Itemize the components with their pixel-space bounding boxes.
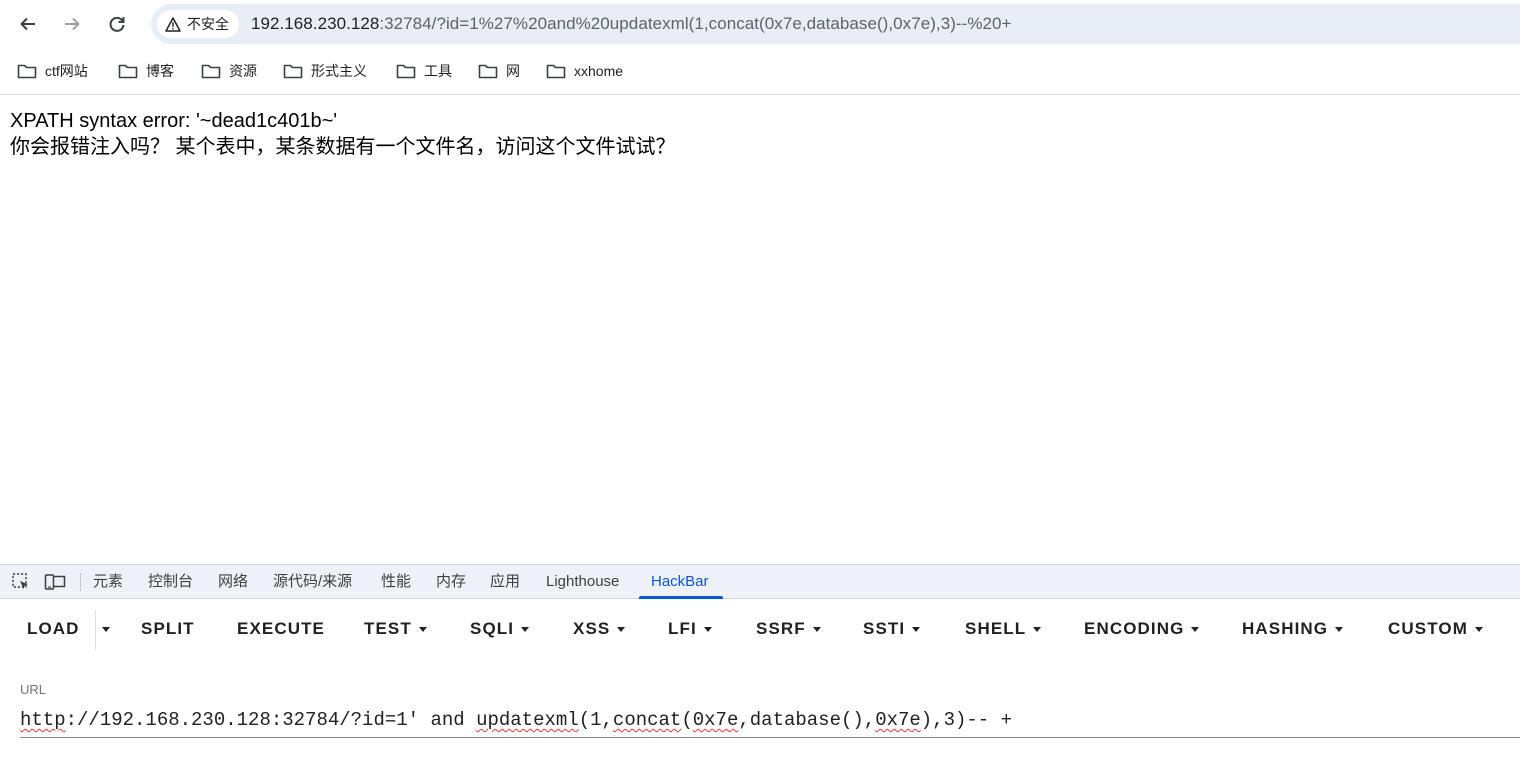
bookmark-resources[interactable]: 资源 [201, 59, 257, 83]
split-button[interactable]: SPLIT [141, 600, 195, 658]
address-host: 192.168.230.128 [251, 14, 380, 33]
xss-menu-button[interactable]: XSS [573, 600, 626, 658]
address-text[interactable]: 192.168.230.128:32784/?id=1%27%20and%20u… [251, 14, 1012, 34]
caret-down-icon [912, 626, 921, 632]
bookmark-label: ctf网站 [45, 63, 88, 79]
tab-memory[interactable]: 内存 [436, 565, 466, 599]
caret-down-icon [418, 626, 427, 632]
page-content: XPATH syntax error: '~dead1c401b~' 你会报错注… [10, 108, 676, 160]
load-button[interactable]: LOAD [27, 600, 80, 658]
bookmark-label: 资源 [229, 63, 257, 79]
bookmarks-bar: ctf网站 博客 资源 形式主义 工具 网 xxhome [0, 48, 1520, 95]
bookmark-label: 网 [506, 63, 520, 79]
bookmark-label: 博客 [146, 63, 174, 79]
caret-down-icon [812, 626, 821, 632]
bookmark-net[interactable]: 网 [478, 59, 520, 83]
error-message: XPATH syntax error: '~dead1c401b~' [10, 110, 338, 132]
active-tab-indicator [639, 596, 723, 599]
caret-down-icon [521, 626, 530, 632]
toolbar-divider [80, 573, 81, 591]
folder-icon [201, 64, 221, 79]
tab-sources[interactable]: 源代码/来源 [273, 565, 352, 599]
reload-icon [109, 16, 125, 32]
tab-console[interactable]: 控制台 [148, 565, 193, 599]
security-label: 不安全 [187, 16, 229, 32]
folder-icon [118, 64, 138, 79]
bookmark-blog[interactable]: 博客 [118, 59, 174, 83]
bookmark-formalism[interactable]: 形式主义 [283, 59, 367, 83]
bookmark-label: 工具 [424, 63, 452, 79]
test-menu-button[interactable]: TEST [364, 600, 427, 658]
url-field-label: URL [20, 682, 47, 697]
caret-down-icon [1191, 626, 1200, 632]
browser-toolbar: 不安全 192.168.230.128:32784/?id=1%27%20and… [0, 0, 1520, 48]
address-bar[interactable]: 不安全 192.168.230.128:32784/?id=1%27%20and… [151, 4, 1520, 44]
inspect-element-icon[interactable] [10, 572, 32, 592]
custom-menu-button[interactable]: CUSTOM [1388, 600, 1483, 658]
warning-icon [165, 16, 181, 32]
device-toolbar-icon[interactable] [44, 572, 66, 592]
back-button[interactable] [12, 8, 44, 40]
arrow-right-icon [65, 17, 80, 31]
bookmark-label: xxhome [574, 63, 624, 79]
ssti-menu-button[interactable]: SSTI [863, 600, 921, 658]
folder-icon [17, 64, 37, 79]
execute-button[interactable]: EXECUTE [237, 600, 325, 658]
load-dropdown-button[interactable] [102, 600, 110, 658]
bookmark-xxhome[interactable]: xxhome [546, 59, 623, 83]
reload-button[interactable] [101, 8, 133, 40]
caret-down-icon [1033, 626, 1042, 632]
devtools-tab-strip: 元素 控制台 网络 源代码/来源 性能 内存 应用 Lighthouse Hac… [0, 564, 1520, 599]
hashing-menu-button[interactable]: HASHING [1242, 600, 1344, 658]
url-input[interactable]: http://192.168.230.128:32784/?id=1' and … [20, 706, 1520, 738]
load-divider [95, 610, 96, 650]
forward-button[interactable] [56, 8, 88, 40]
tab-performance[interactable]: 性能 [381, 565, 411, 599]
folder-icon [546, 64, 566, 79]
caret-down-icon [1335, 626, 1344, 632]
shell-menu-button[interactable]: SHELL [965, 600, 1042, 658]
caret-down-icon [617, 626, 626, 632]
tab-lighthouse[interactable]: Lighthouse [546, 565, 619, 599]
address-path: :32784/?id=1%27%20and%20updatexml(1,conc… [379, 14, 1012, 33]
lfi-menu-button[interactable]: LFI [668, 600, 712, 658]
encoding-menu-button[interactable]: ENCODING [1084, 600, 1200, 658]
tab-network[interactable]: 网络 [218, 565, 248, 599]
caret-down-icon [1474, 626, 1483, 632]
hackbar-toolbar: LOAD SPLIT EXECUTE TEST SQLI XSS LFI SSR… [0, 600, 1520, 658]
bookmark-label: 形式主义 [311, 63, 367, 79]
folder-icon [478, 64, 498, 79]
sqli-menu-button[interactable]: SQLI [470, 600, 530, 658]
folder-icon [283, 64, 303, 79]
tab-application[interactable]: 应用 [490, 565, 520, 599]
security-indicator[interactable]: 不安全 [157, 10, 239, 38]
folder-icon [396, 64, 416, 79]
bookmark-tools[interactable]: 工具 [396, 59, 452, 83]
tab-hackbar[interactable]: HackBar [651, 565, 709, 599]
hint-message: 你会报错注入吗？ 某个表中，某条数据有一个文件名，访问这个文件试试？ [10, 136, 676, 158]
bookmark-ctf[interactable]: ctf网站 [17, 59, 88, 83]
caret-down-icon [102, 626, 110, 632]
arrow-left-icon [20, 17, 35, 31]
tab-elements[interactable]: 元素 [93, 565, 123, 599]
caret-down-icon [703, 626, 712, 632]
ssrf-menu-button[interactable]: SSRF [756, 600, 821, 658]
